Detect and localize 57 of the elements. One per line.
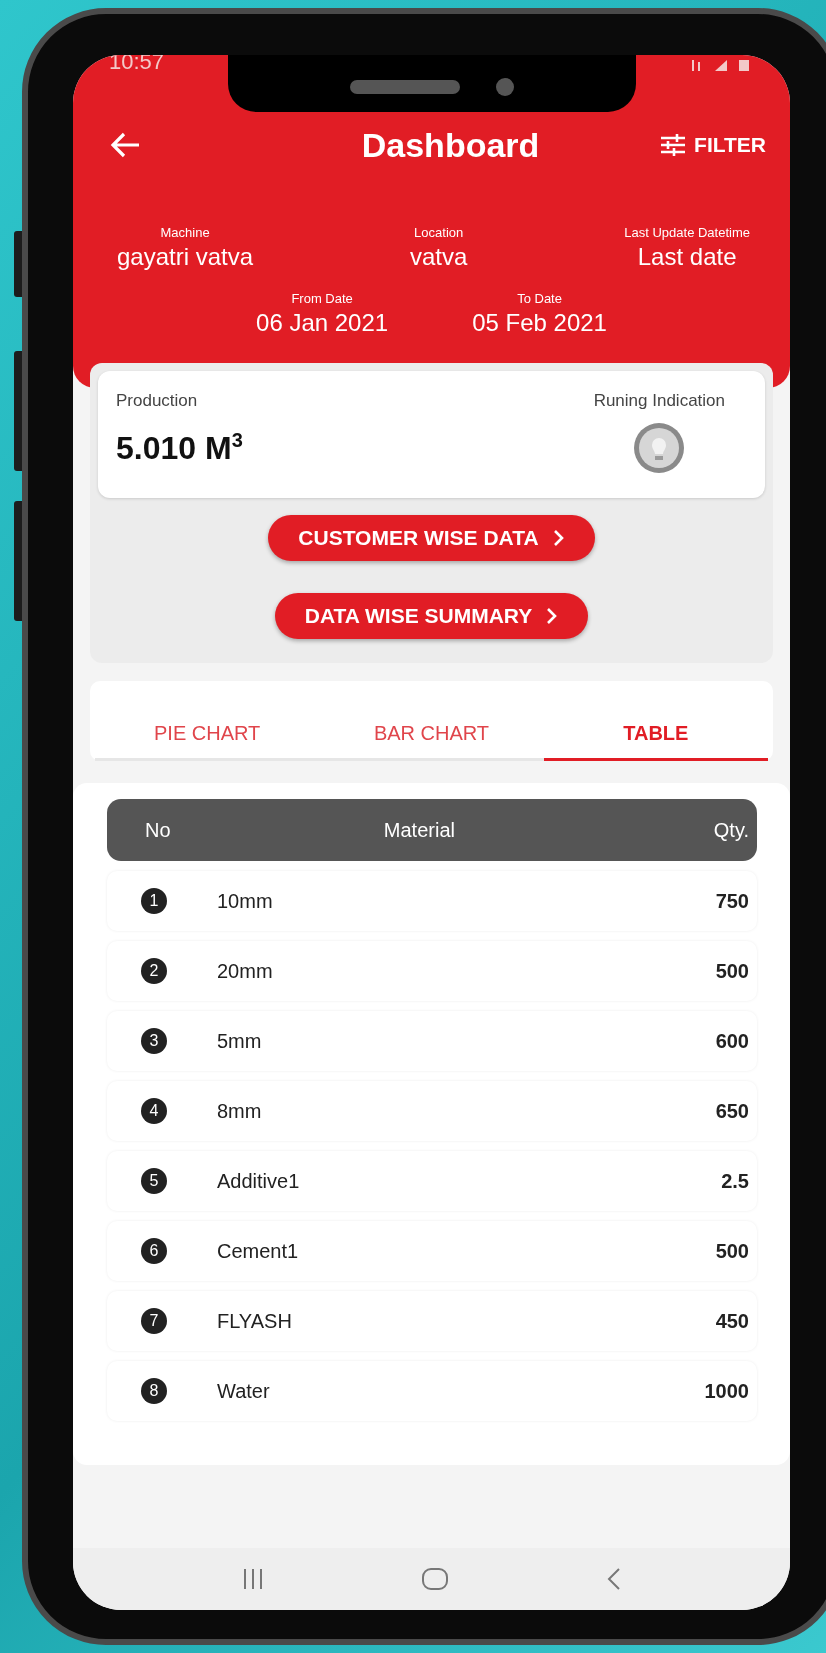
row-number: 5 [141, 1168, 167, 1194]
info-label: From Date [291, 291, 353, 307]
material-cell-text: 20mm [217, 959, 274, 983]
info-label: Location [414, 225, 464, 241]
column-header: No [145, 818, 172, 842]
back-arrow-icon[interactable] [109, 131, 141, 159]
material-cell-text: 8mm [217, 1099, 263, 1123]
info-label: To Date [517, 291, 562, 307]
qty-cell: 1000 [704, 1379, 749, 1403]
info-value: 05 Feb 2021 [472, 309, 607, 337]
row-number: 6 [141, 1238, 167, 1264]
row-number: 1 [141, 888, 167, 914]
info-label: Machine [160, 225, 210, 241]
qty-cell: 500 [715, 959, 749, 983]
qty-cell: 650 [715, 1099, 749, 1123]
signal-icon [714, 57, 728, 73]
production-label: Production [116, 391, 199, 411]
battery-icon [738, 57, 750, 73]
material-cell-text: 5mm [217, 1029, 263, 1053]
material-cell-text: Additive1 [217, 1169, 301, 1193]
home-icon[interactable] [420, 1567, 449, 1591]
column-header: Material [382, 818, 456, 842]
action-button[interactable]: CUSTOMER WISE DATA [268, 515, 595, 561]
row-number: 2 [141, 958, 167, 984]
chevron-right-icon [546, 607, 559, 625]
material-cell-text: Water [217, 1379, 271, 1403]
row-number: 4 [141, 1098, 167, 1124]
recent-apps-icon[interactable] [241, 1568, 264, 1590]
indicator-label: Runing Indication [593, 391, 725, 411]
filter-button[interactable]: FILTER [660, 133, 766, 157]
info-value: 06 Jan 2021 [256, 309, 389, 337]
qty-cell: 450 [715, 1309, 749, 1333]
column-header: Qty. [713, 818, 749, 842]
qty-cell: 500 [715, 1239, 749, 1263]
sliders-icon [660, 133, 687, 157]
production-value: 5.010 M$^{3}$ [116, 429, 243, 467]
row-number: 8 [141, 1378, 167, 1404]
camera [496, 77, 514, 96]
row-number: 3 [141, 1028, 167, 1054]
page-title: Dashboard [361, 125, 540, 165]
chevron-right-icon [552, 529, 565, 547]
qty-cell: 2.5 [721, 1169, 749, 1193]
material-cell-text: FLYASH [217, 1309, 293, 1333]
material-cell-text: Cement1 [217, 1239, 300, 1263]
back-icon[interactable] [605, 1567, 622, 1591]
tab[interactable]: TABLE [543, 681, 768, 761]
tab[interactable]: PIE CHART [95, 681, 320, 761]
info-label: Last Update Datetime [624, 225, 750, 241]
qty-cell: 750 [715, 889, 749, 913]
info-value: gayatri vatva [117, 243, 254, 271]
material-cell-text: 10mm [217, 889, 274, 913]
info-value: Last date [637, 243, 737, 271]
info-value: vatva [410, 243, 468, 271]
action-button[interactable]: DATA WISE SUMMARY [274, 593, 589, 639]
qty-cell: 600 [715, 1029, 749, 1053]
tab[interactable]: BAR CHART [319, 681, 544, 761]
row-number: 7 [141, 1308, 167, 1334]
